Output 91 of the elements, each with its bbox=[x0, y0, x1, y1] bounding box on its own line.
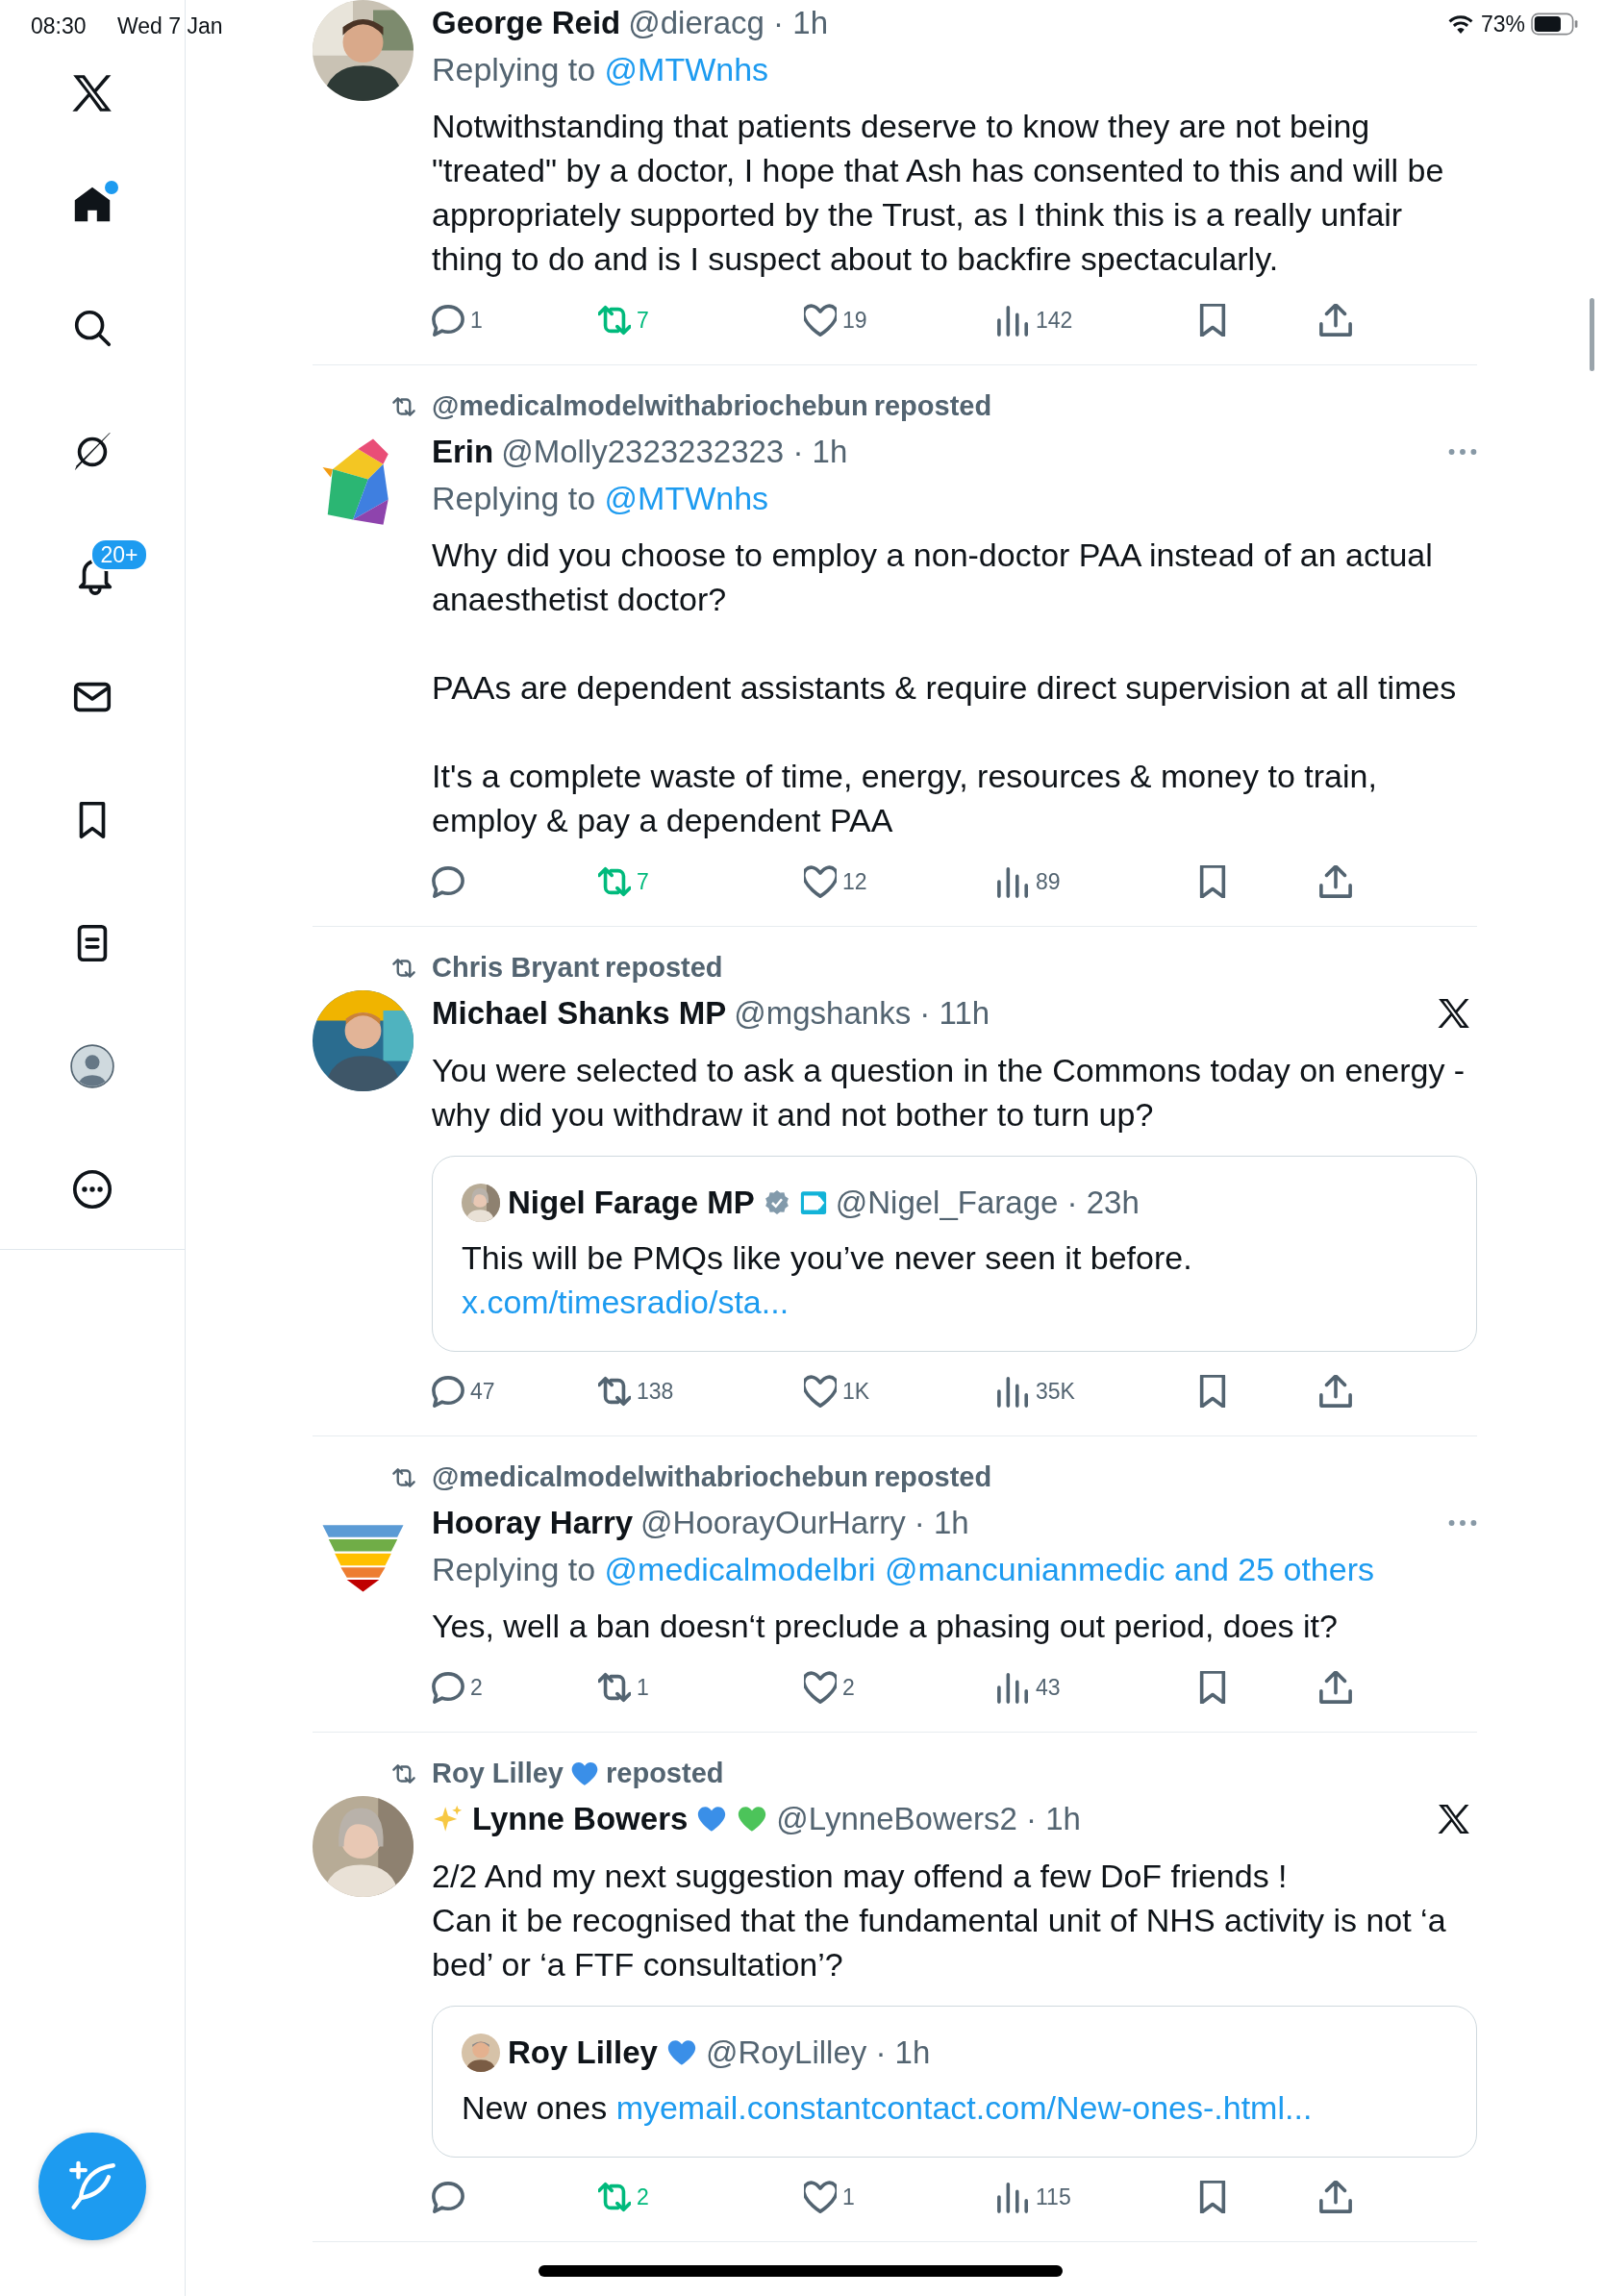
quoted-text: New ones myemail.constantcontact.com/New-ones-.html... bbox=[462, 2088, 1314, 2128]
share-button[interactable] bbox=[1319, 1671, 1352, 1704]
views-button[interactable]: 89 bbox=[997, 864, 1196, 899]
author-name[interactable]: Lynne Bowers bbox=[472, 1795, 689, 1843]
author-name[interactable]: Erin bbox=[432, 428, 494, 476]
share-icon bbox=[1319, 304, 1352, 337]
author-name[interactable]: Michael Shanks MP bbox=[432, 989, 727, 1037]
share-button[interactable] bbox=[1319, 1375, 1352, 1408]
repost-label: reposted bbox=[873, 1460, 992, 1495]
views-button[interactable]: 35K bbox=[997, 1374, 1196, 1409]
reposter-name[interactable]: Chris Bryant bbox=[432, 947, 600, 989]
reply-button[interactable]: 47 bbox=[432, 1374, 598, 1409]
like-icon bbox=[804, 2181, 837, 2213]
author-name[interactable]: Nigel Farage MP bbox=[508, 1179, 755, 1227]
repost-button[interactable]: 1 bbox=[598, 1670, 804, 1705]
reply-button[interactable]: 1 bbox=[432, 303, 598, 337]
views-button[interactable]: 142 bbox=[997, 303, 1196, 337]
author-name[interactable]: George Reid bbox=[432, 0, 621, 47]
share-icon bbox=[1319, 865, 1352, 898]
author-name[interactable]: Hooray Harry bbox=[432, 1499, 634, 1547]
repost-button[interactable]: 138 bbox=[598, 1374, 804, 1409]
share-button[interactable] bbox=[1319, 2181, 1352, 2213]
repost-label: reposted bbox=[606, 1757, 724, 1791]
tweet-text: Yes, well a ban doesn‘t preclude a phasing out period, does it? bbox=[432, 1607, 1339, 1646]
tweet-text: You were selected to ask a question in the Commons today on energy - why did you withdraw it and not bother to turn up? bbox=[432, 1051, 1466, 1135]
share-button[interactable] bbox=[1319, 865, 1352, 898]
views-icon bbox=[997, 1375, 1030, 1408]
tweet-text: Notwithstanding that patients deserve to know they are not being "treated" by a doctor, I hope that Ash has consented to this and will be appropriately supported by the Trust, as I think this is a really unfair thing to do and is I suspect about to backfire spectacularly. bbox=[432, 107, 1445, 279]
views-icon bbox=[997, 1671, 1030, 1704]
views-icon bbox=[997, 2181, 1030, 2213]
reply-icon bbox=[432, 1375, 464, 1408]
more-icon bbox=[70, 1167, 114, 1211]
reply-button[interactable]: 2 bbox=[432, 1670, 598, 1705]
status-time: 08:30 bbox=[31, 12, 87, 40]
like-button[interactable]: 1K bbox=[804, 1374, 997, 1409]
more-icon bbox=[1448, 1518, 1477, 1528]
compose-button[interactable] bbox=[38, 2133, 146, 2240]
reply-icon bbox=[432, 304, 464, 337]
replying-to-line: Replying to @MTWnhs bbox=[432, 50, 770, 89]
repost-icon bbox=[598, 304, 631, 337]
author-handle: @mgshanks · 11h bbox=[734, 994, 990, 1034]
author-handle: @HoorayOurHarry · 1h bbox=[640, 1504, 969, 1543]
replying-to-line: Replying to @MTWnhs bbox=[432, 479, 770, 518]
quoted-post[interactable]: Roy Lilley @RoyLilley · 1h New ones myemail.constantcontact.com/New-ones-.html... bbox=[432, 2006, 1477, 2158]
repost-icon bbox=[598, 1375, 631, 1408]
tweet-text: Why did you choose to employ a non-doctor PAA instead of an actual anaesthetist doctor? PAAs are dependent assistants & require direct supervision at all times It's a complete waste of time, energy, resources & money to train, employ & pay a dependent PAA bbox=[432, 536, 1458, 840]
like-button[interactable]: 1 bbox=[804, 2180, 997, 2214]
share-icon bbox=[1319, 2181, 1352, 2213]
reply-icon bbox=[432, 865, 464, 898]
like-icon bbox=[804, 1671, 837, 1704]
like-icon bbox=[804, 1375, 837, 1408]
repost-icon bbox=[598, 865, 631, 898]
more-button[interactable] bbox=[70, 1167, 114, 1211]
replying-to-line: Replying to @medicalmodelbri @mancunianmedic and 25 others bbox=[432, 1550, 1375, 1589]
like-icon bbox=[804, 865, 837, 898]
quoted-text: This will be PMQs like you’ve never seen it before. x.com/timesradio/sta... bbox=[462, 1238, 1193, 1322]
affiliate-icon bbox=[798, 1188, 828, 1217]
share-icon bbox=[1319, 1375, 1352, 1408]
like-button[interactable]: 19 bbox=[804, 303, 997, 337]
share-icon bbox=[1319, 1671, 1352, 1704]
author-handle: @LynneBowers2 · 1h bbox=[776, 1800, 1081, 1839]
avatar-icon bbox=[68, 1042, 116, 1090]
repost-label: reposted bbox=[873, 389, 992, 424]
tweet-text: 2/2 And my next suggestion may offend a few DoF friends ! Can it be recognised that the fundamental unit of NHS activity is not ‘a bed’ or ‘a FTF consultation’? bbox=[432, 1857, 1447, 1984]
share-button[interactable] bbox=[1319, 304, 1352, 337]
views-button[interactable]: 43 bbox=[997, 1670, 1196, 1705]
author-handle: @RoyLilley · 1h bbox=[705, 2034, 931, 2073]
views-icon bbox=[997, 865, 1030, 898]
views-button[interactable]: 115 bbox=[997, 2180, 1196, 2214]
quoted-post[interactable]: Nigel Farage MP @Nigel_Farage · 23h This will be PMQs like you’ve never seen it before. x.com/timesradio/sta... bbox=[432, 1156, 1477, 1352]
repost-icon bbox=[598, 2181, 631, 2213]
more-icon bbox=[1448, 447, 1477, 457]
author-name[interactable]: Roy Lilley bbox=[508, 2029, 658, 2077]
author-handle: @dieracg · 1h bbox=[628, 4, 828, 43]
reply-icon bbox=[432, 1671, 464, 1704]
repost-icon bbox=[598, 1671, 631, 1704]
repost-label: reposted bbox=[605, 951, 723, 986]
reposter-name[interactable]: @medicalmodelwithabriochebun bbox=[432, 1457, 868, 1499]
author-handle: @Molly2323232323 · 1h bbox=[501, 433, 848, 472]
status-date: Wed 7 Jan bbox=[117, 12, 223, 40]
author-handle: @Nigel_Farage · 23h bbox=[835, 1184, 1140, 1223]
battery-icon bbox=[1531, 12, 1579, 37]
reposter-name[interactable]: Roy Lilley bbox=[432, 1753, 564, 1795]
like-button[interactable]: 2 bbox=[804, 1670, 997, 1705]
views-icon bbox=[997, 304, 1030, 337]
like-button[interactable]: 12 bbox=[804, 864, 997, 899]
avatar-button[interactable] bbox=[68, 1042, 116, 1090]
battery-percent: 73% bbox=[1480, 11, 1525, 38]
reposter-name[interactable]: @medicalmodelwithabriochebun bbox=[432, 386, 868, 428]
like-icon bbox=[804, 304, 837, 337]
reply-icon bbox=[432, 2181, 464, 2213]
